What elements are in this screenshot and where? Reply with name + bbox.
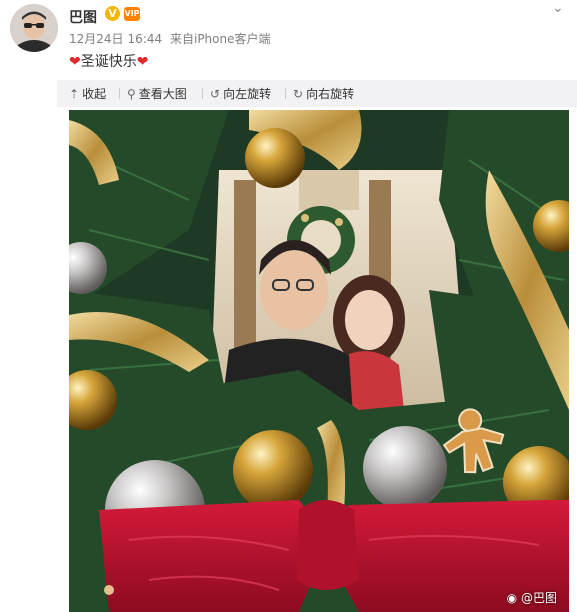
heart-icon: ❤: [69, 54, 81, 70]
post-meta: 12月24日 16:44 来自iPhone客户端: [69, 30, 275, 47]
post-time[interactable]: 16:44: [128, 32, 163, 46]
rotate-right-icon: ↻: [293, 87, 304, 101]
collapse-button[interactable]: ⇡ 收起: [69, 85, 106, 102]
post-image[interactable]: ◉ @巴图: [69, 110, 569, 612]
heart-icon: ❤: [136, 54, 149, 70]
view-large-label: 查看大图: [138, 87, 187, 101]
christmas-photo: [69, 110, 569, 612]
rotate-left-icon: ↺: [210, 87, 221, 101]
vip-badge-icon[interactable]: VIP: [124, 7, 140, 21]
image-toolbar: ⇡ 收起 ⚲ 查看大图 ↺ 向左旋转 ↻ 向右旋转: [57, 80, 577, 107]
post-source[interactable]: iPhone客户端: [194, 32, 271, 46]
divider: [119, 88, 120, 99]
username[interactable]: 巴图: [69, 7, 97, 27]
rotate-right-label: 向右旋转: [306, 87, 355, 101]
rotate-left-label: 向左旋转: [223, 87, 272, 101]
image-watermark: ◉ @巴图: [507, 589, 557, 606]
post-text: ❤圣诞快乐❤: [69, 51, 148, 71]
avatar[interactable]: [10, 4, 58, 52]
post-date[interactable]: 12月24日: [69, 32, 124, 46]
post-text-content: 圣诞快乐: [80, 54, 137, 70]
divider: [202, 88, 203, 99]
post-header: 巴图 V VIP ⌄ 12月24日 16:44 来自iPhone客户端 ❤圣诞快乐…: [0, 0, 577, 80]
collapse-label: 收起: [82, 87, 107, 101]
magnifier-icon: ⚲: [127, 87, 136, 101]
chevron-down-icon[interactable]: ⌄: [552, 0, 564, 16]
verified-badge-icon[interactable]: V: [105, 6, 120, 21]
weibo-logo-icon: ◉: [506, 591, 518, 605]
source-prefix: 来自: [169, 32, 194, 46]
collapse-icon: ⇡: [69, 87, 80, 101]
rotate-left-button[interactable]: ↺ 向左旋转: [210, 85, 271, 102]
divider: [285, 88, 286, 99]
rotate-right-button[interactable]: ↻ 向右旋转: [293, 85, 354, 102]
watermark-text: @巴图: [520, 591, 557, 605]
view-large-button[interactable]: ⚲ 查看大图: [127, 85, 187, 102]
